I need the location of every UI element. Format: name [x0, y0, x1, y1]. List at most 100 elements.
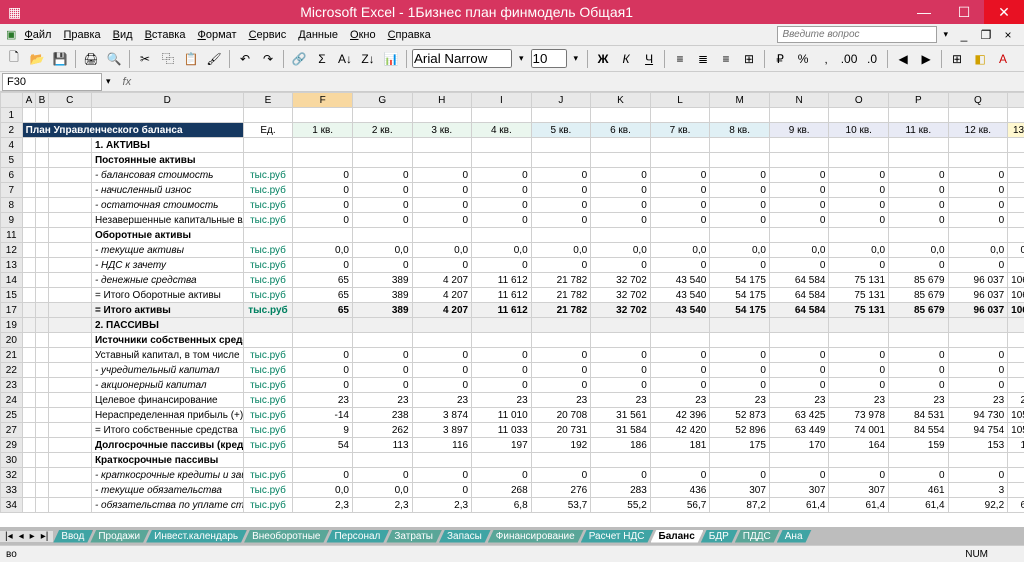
- cell[interactable]: [472, 453, 532, 468]
- data-cell[interactable]: 0: [829, 213, 889, 228]
- fill-color-icon[interactable]: ◧: [970, 49, 990, 69]
- col-head-D[interactable]: D: [91, 93, 243, 108]
- data-cell[interactable]: 11 010: [472, 408, 532, 423]
- cell[interactable]: [412, 153, 472, 168]
- cell[interactable]: [829, 153, 889, 168]
- sheet-tab-Персонал[interactable]: Персонал: [326, 530, 389, 543]
- cell[interactable]: [48, 108, 91, 123]
- data-cell[interactable]: 73 978: [829, 408, 889, 423]
- cell[interactable]: [48, 468, 91, 483]
- data-cell[interactable]: 0: [591, 468, 651, 483]
- data-cell[interactable]: 0: [531, 213, 591, 228]
- col-head-F[interactable]: F: [293, 93, 353, 108]
- row-head-5[interactable]: 5: [1, 153, 23, 168]
- comma-icon[interactable]: ‚: [816, 49, 836, 69]
- cell[interactable]: [243, 453, 293, 468]
- cell[interactable]: [35, 333, 48, 348]
- redo-icon[interactable]: ↷: [258, 49, 278, 69]
- data-cell[interactable]: 307: [829, 483, 889, 498]
- tab-last-icon[interactable]: ▸|: [38, 531, 52, 542]
- col-head-K[interactable]: K: [591, 93, 651, 108]
- cell[interactable]: [710, 318, 770, 333]
- data-cell[interactable]: 0: [948, 378, 1008, 393]
- data-cell[interactable]: 0: [948, 348, 1008, 363]
- data-cell[interactable]: 55,2: [591, 498, 651, 513]
- cell[interactable]: [531, 153, 591, 168]
- cell[interactable]: [769, 138, 829, 153]
- new-icon[interactable]: 🗋: [4, 49, 24, 69]
- data-cell[interactable]: 31 561: [591, 408, 651, 423]
- cell[interactable]: [35, 303, 48, 318]
- data-cell[interactable]: 0: [352, 168, 412, 183]
- menu-Сервис[interactable]: Сервис: [243, 27, 293, 43]
- cell[interactable]: [710, 138, 770, 153]
- cell[interactable]: [48, 438, 91, 453]
- cell[interactable]: [48, 198, 91, 213]
- row-head-29[interactable]: 29: [1, 438, 23, 453]
- cell[interactable]: [352, 138, 412, 153]
- data-cell[interactable]: 0,0: [829, 243, 889, 258]
- data-cell[interactable]: 23: [710, 393, 770, 408]
- data-cell[interactable]: 75 131: [829, 303, 889, 318]
- data-cell[interactable]: 0: [531, 183, 591, 198]
- data-cell[interactable]: 0: [352, 378, 412, 393]
- cell[interactable]: [293, 228, 353, 243]
- data-cell[interactable]: 0: [531, 468, 591, 483]
- cell[interactable]: [22, 303, 35, 318]
- data-cell[interactable]: 0: [948, 468, 1008, 483]
- data-cell[interactable]: 0: [948, 183, 1008, 198]
- data-cell[interactable]: 0: [769, 468, 829, 483]
- data-cell[interactable]: 43 540: [650, 303, 710, 318]
- data-cell[interactable]: 197: [472, 438, 532, 453]
- col-head-O[interactable]: O: [829, 93, 889, 108]
- data-cell[interactable]: 0: [650, 363, 710, 378]
- cell[interactable]: [650, 453, 710, 468]
- data-cell[interactable]: 0: [948, 363, 1008, 378]
- row-head-23[interactable]: 23: [1, 378, 23, 393]
- data-cell[interactable]: 0: [412, 378, 472, 393]
- data-cell[interactable]: 43 540: [650, 288, 710, 303]
- inner-close-button[interactable]: ×: [998, 25, 1018, 45]
- cell[interactable]: [352, 333, 412, 348]
- sort-asc-icon[interactable]: A↓: [335, 49, 355, 69]
- data-cell[interactable]: 11 033: [472, 423, 532, 438]
- increase-decimal-icon[interactable]: .00: [839, 49, 859, 69]
- cell[interactable]: [591, 228, 651, 243]
- cell[interactable]: [1008, 318, 1024, 333]
- cell[interactable]: [591, 108, 651, 123]
- cell[interactable]: [650, 228, 710, 243]
- cell[interactable]: [35, 228, 48, 243]
- cell[interactable]: [35, 348, 48, 363]
- data-cell[interactable]: 74 001: [829, 423, 889, 438]
- data-cell[interactable]: 2,3: [412, 498, 472, 513]
- cell[interactable]: [35, 153, 48, 168]
- data-cell[interactable]: 61,4: [769, 498, 829, 513]
- data-cell[interactable]: 52 896: [710, 423, 770, 438]
- data-cell[interactable]: 23: [293, 393, 353, 408]
- data-cell[interactable]: 0: [1008, 243, 1024, 258]
- data-cell[interactable]: 20 708: [531, 408, 591, 423]
- data-cell[interactable]: 389: [352, 273, 412, 288]
- undo-icon[interactable]: ↶: [235, 49, 255, 69]
- cell[interactable]: [48, 153, 91, 168]
- col-head-H[interactable]: H: [412, 93, 472, 108]
- data-cell[interactable]: 0: [650, 198, 710, 213]
- sheet-tab-Финансирование[interactable]: Финансирование: [488, 530, 584, 543]
- cell[interactable]: [829, 228, 889, 243]
- help-question-input[interactable]: [777, 26, 937, 43]
- tab-prev-icon[interactable]: ◂: [16, 531, 27, 542]
- sheet-tab-Расчет НДС[interactable]: Расчет НДС: [581, 530, 654, 543]
- cell[interactable]: [889, 318, 949, 333]
- data-cell[interactable]: 0: [769, 363, 829, 378]
- cell[interactable]: [35, 393, 48, 408]
- cell[interactable]: [48, 348, 91, 363]
- cell[interactable]: [412, 138, 472, 153]
- data-cell[interactable]: 0: [293, 348, 353, 363]
- cell[interactable]: [35, 213, 48, 228]
- data-cell[interactable]: 307: [710, 483, 770, 498]
- data-cell[interactable]: 0,0: [889, 243, 949, 258]
- row-head-27[interactable]: 27: [1, 423, 23, 438]
- preview-icon[interactable]: 🔍: [104, 49, 124, 69]
- cell[interactable]: [22, 393, 35, 408]
- data-cell[interactable]: 0: [412, 363, 472, 378]
